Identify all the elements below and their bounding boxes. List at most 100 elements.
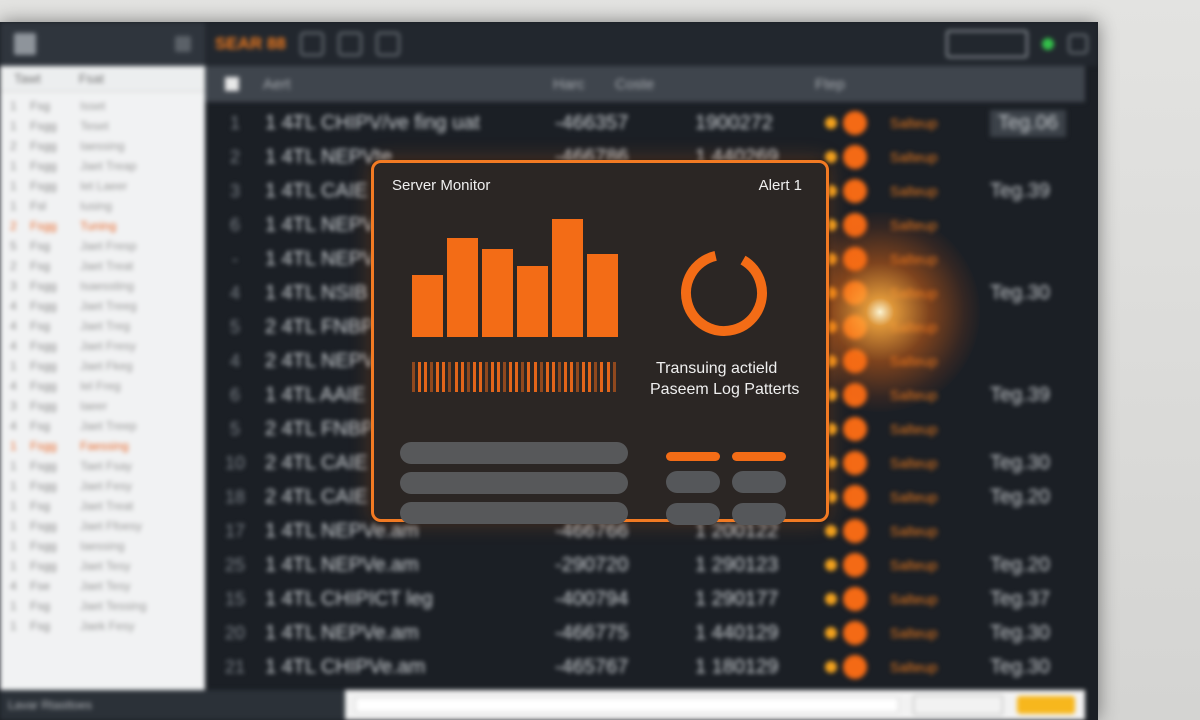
row-status: Salteup xyxy=(890,149,938,165)
filter-dropdown[interactable] xyxy=(913,695,1003,715)
home-icon[interactable] xyxy=(1068,34,1088,54)
sidebar-col-1[interactable]: Tawt xyxy=(14,71,41,86)
row-number: 17 xyxy=(224,520,246,541)
sidebar-row[interactable]: 2 Fsgg Iaessing xyxy=(0,136,205,156)
control-pill[interactable] xyxy=(666,471,720,493)
sidebar-row[interactable]: 2 Fsgg Tuning xyxy=(0,216,205,236)
sidebar-row[interactable]: 2 Fsg Jaet Treat xyxy=(0,256,205,276)
alert-dot-icon xyxy=(843,179,867,203)
sidebar-row[interactable]: 3 Fsgg Isaessting xyxy=(0,276,205,296)
barcode-stripe xyxy=(545,362,549,392)
col-aert[interactable]: Aert xyxy=(263,76,553,93)
row-number: 10 xyxy=(224,452,246,473)
sidebar-row[interactable]: 1 Fsl Iusing xyxy=(0,196,205,216)
control-pill[interactable] xyxy=(666,503,720,525)
control-pill[interactable] xyxy=(732,503,786,525)
table-row[interactable]: 20 1 4TL NEPVe.am -466775 1 440129 Salteup Te… xyxy=(205,616,1085,650)
col-ftep[interactable]: Ftep xyxy=(815,76,1085,93)
status-indicators xyxy=(825,451,890,475)
barcode-stripe xyxy=(551,362,555,392)
sidebar-cell: 1 xyxy=(10,99,17,113)
sidebar-row[interactable]: 1 Fsg Jaet Treat xyxy=(0,496,205,516)
bottom-bar xyxy=(345,690,1085,720)
sidebar-cell: Fsgg xyxy=(30,379,57,393)
barcode-stripe xyxy=(521,362,525,392)
status-indicators xyxy=(825,111,890,135)
sidebar-row[interactable]: 1 Fsg Jaek Fesy xyxy=(0,616,205,636)
sidebar-row[interactable]: 1 Fsg Isset xyxy=(0,96,205,116)
search-box[interactable] xyxy=(946,30,1028,58)
sidebar-cell: Iet Laeer xyxy=(80,179,128,193)
sidebar-row[interactable]: 1 Fsgg Taet Fsay xyxy=(0,456,205,476)
col-harc[interactable]: Harc xyxy=(553,76,615,93)
table-row[interactable]: 21 1 4TL CHIPVe.am -465767 1 180129 Salteup T… xyxy=(205,650,1085,684)
pause-icon[interactable] xyxy=(14,33,36,55)
control-pill[interactable] xyxy=(732,471,786,493)
status-indicators xyxy=(825,349,890,373)
row-number: 1 xyxy=(229,112,240,133)
sidebar-cell: 1 xyxy=(10,119,17,133)
sidebar-cell: 1 xyxy=(10,359,17,373)
alert-dot-icon xyxy=(843,383,867,407)
sidebar-row[interactable]: 4 Fsgg Iel Freg xyxy=(0,376,205,396)
row-status: Salteup xyxy=(890,523,938,539)
sidebar-row[interactable]: 3 Fsgg Iaeer xyxy=(0,396,205,416)
sidebar-toolbar xyxy=(0,22,205,66)
user-icon[interactable] xyxy=(299,32,324,56)
card-alert[interactable]: Alert 1 xyxy=(759,177,802,194)
sidebar-row[interactable]: 1 Fsgg Jaet Ffoesy xyxy=(0,516,205,536)
sidebar-col-2[interactable]: Fsat xyxy=(79,71,104,86)
table-row[interactable]: 15 1 4TL CHIPICT leg -400794 1 290177 Salteu… xyxy=(205,582,1085,616)
sidebar-cell: Iusing xyxy=(80,199,113,213)
row-value-1: -290720 xyxy=(555,553,629,576)
pen-icon[interactable] xyxy=(337,32,362,56)
bottom-left-bar: Lavar Rtasttoes xyxy=(0,690,345,720)
barcode-stripe xyxy=(448,362,452,392)
sidebar-row[interactable]: 1 Fsg Jaet Tessing xyxy=(0,596,205,616)
sidebar-row[interactable]: 1 Fsgg Iet Laeer xyxy=(0,176,205,196)
row-value-2: 1 290177 xyxy=(695,587,779,610)
sidebar-row[interactable]: 1 Fsgg Teset xyxy=(0,116,205,136)
sidebar-row[interactable]: 4 Fsgg Jaet Treeg xyxy=(0,296,205,316)
barcode-stripe xyxy=(509,362,513,392)
row-name: 1 4TL CHIPICT leg xyxy=(265,587,433,610)
sidebar-row[interactable]: 4 Fsg Jaet Treg xyxy=(0,316,205,336)
brand-logo: SEAR 88 xyxy=(215,34,286,53)
sidebar-row[interactable]: 5 Fsg Jaet Fresp xyxy=(0,236,205,256)
sidebar-row[interactable]: 1 Fsgg Iaessing xyxy=(0,536,205,556)
row-status: Salteup xyxy=(890,251,938,267)
sidebar-row[interactable]: 4 Fsg Jaet Treep xyxy=(0,416,205,436)
row-status: Salteup xyxy=(890,353,938,369)
barcode-stripe xyxy=(436,362,440,392)
col-coste[interactable]: Coste xyxy=(615,76,815,93)
sidebar-row[interactable]: 1 Fsgg Jaet Fkeg xyxy=(0,356,205,376)
collapse-icon[interactable] xyxy=(175,36,191,52)
action-button[interactable] xyxy=(1017,696,1075,714)
alert-dot-icon xyxy=(843,111,867,135)
sidebar-row[interactable]: 1 Fsgg Jaet Fesy xyxy=(0,476,205,496)
barcode-stripe xyxy=(582,362,586,392)
sidebar-cell: 4 xyxy=(10,419,17,433)
sidebar-row[interactable]: 4 Fse Jaet Tesy xyxy=(0,576,205,596)
sidebar-row[interactable]: 4 Fsgg Jaet Fresy xyxy=(0,336,205,356)
card-log-line: Paseem Log Patterts xyxy=(650,381,800,398)
status-indicators xyxy=(825,417,890,441)
row-status: Salteup xyxy=(890,625,938,641)
table-row[interactable]: 25 1 4TL NEPVe.am -290720 1 290123 Salteup Te… xyxy=(205,548,1085,582)
select-all-checkbox[interactable] xyxy=(225,77,239,91)
row-status: Salteup xyxy=(890,659,938,675)
sidebar-cell: 1 xyxy=(10,519,17,533)
left-sidebar: Tawt Fsat 1 Fsg Isset 1 Fsgg Teset 2 Fsgg Iaessi… xyxy=(0,22,205,690)
command-input[interactable] xyxy=(355,697,899,713)
monitor-screen: Tawt Fsat 1 Fsg Isset 1 Fsgg Teset 2 Fsgg Iaessi… xyxy=(0,22,1098,720)
sidebar-row[interactable]: 1 Fsgg Jaet Tesy xyxy=(0,556,205,576)
row-number: 18 xyxy=(224,486,246,507)
person-icon[interactable] xyxy=(375,32,400,56)
sidebar-list: 1 Fsg Isset 1 Fsgg Teset 2 Fsgg Iaessing 1 Fsgg Jae… xyxy=(0,92,205,636)
sidebar-cell: 3 xyxy=(10,279,17,293)
sidebar-row[interactable]: 1 Fsgg Jaet Treap xyxy=(0,156,205,176)
table-row[interactable]: 1 1 4̶TL CHIPV/ve fing uat -466357 1900272 S… xyxy=(205,106,1085,140)
table-header: Aert Harc Coste Ftep xyxy=(205,66,1085,102)
sidebar-row[interactable]: 1 Fsgg Faessing xyxy=(0,436,205,456)
alert-dot-icon xyxy=(843,553,867,577)
